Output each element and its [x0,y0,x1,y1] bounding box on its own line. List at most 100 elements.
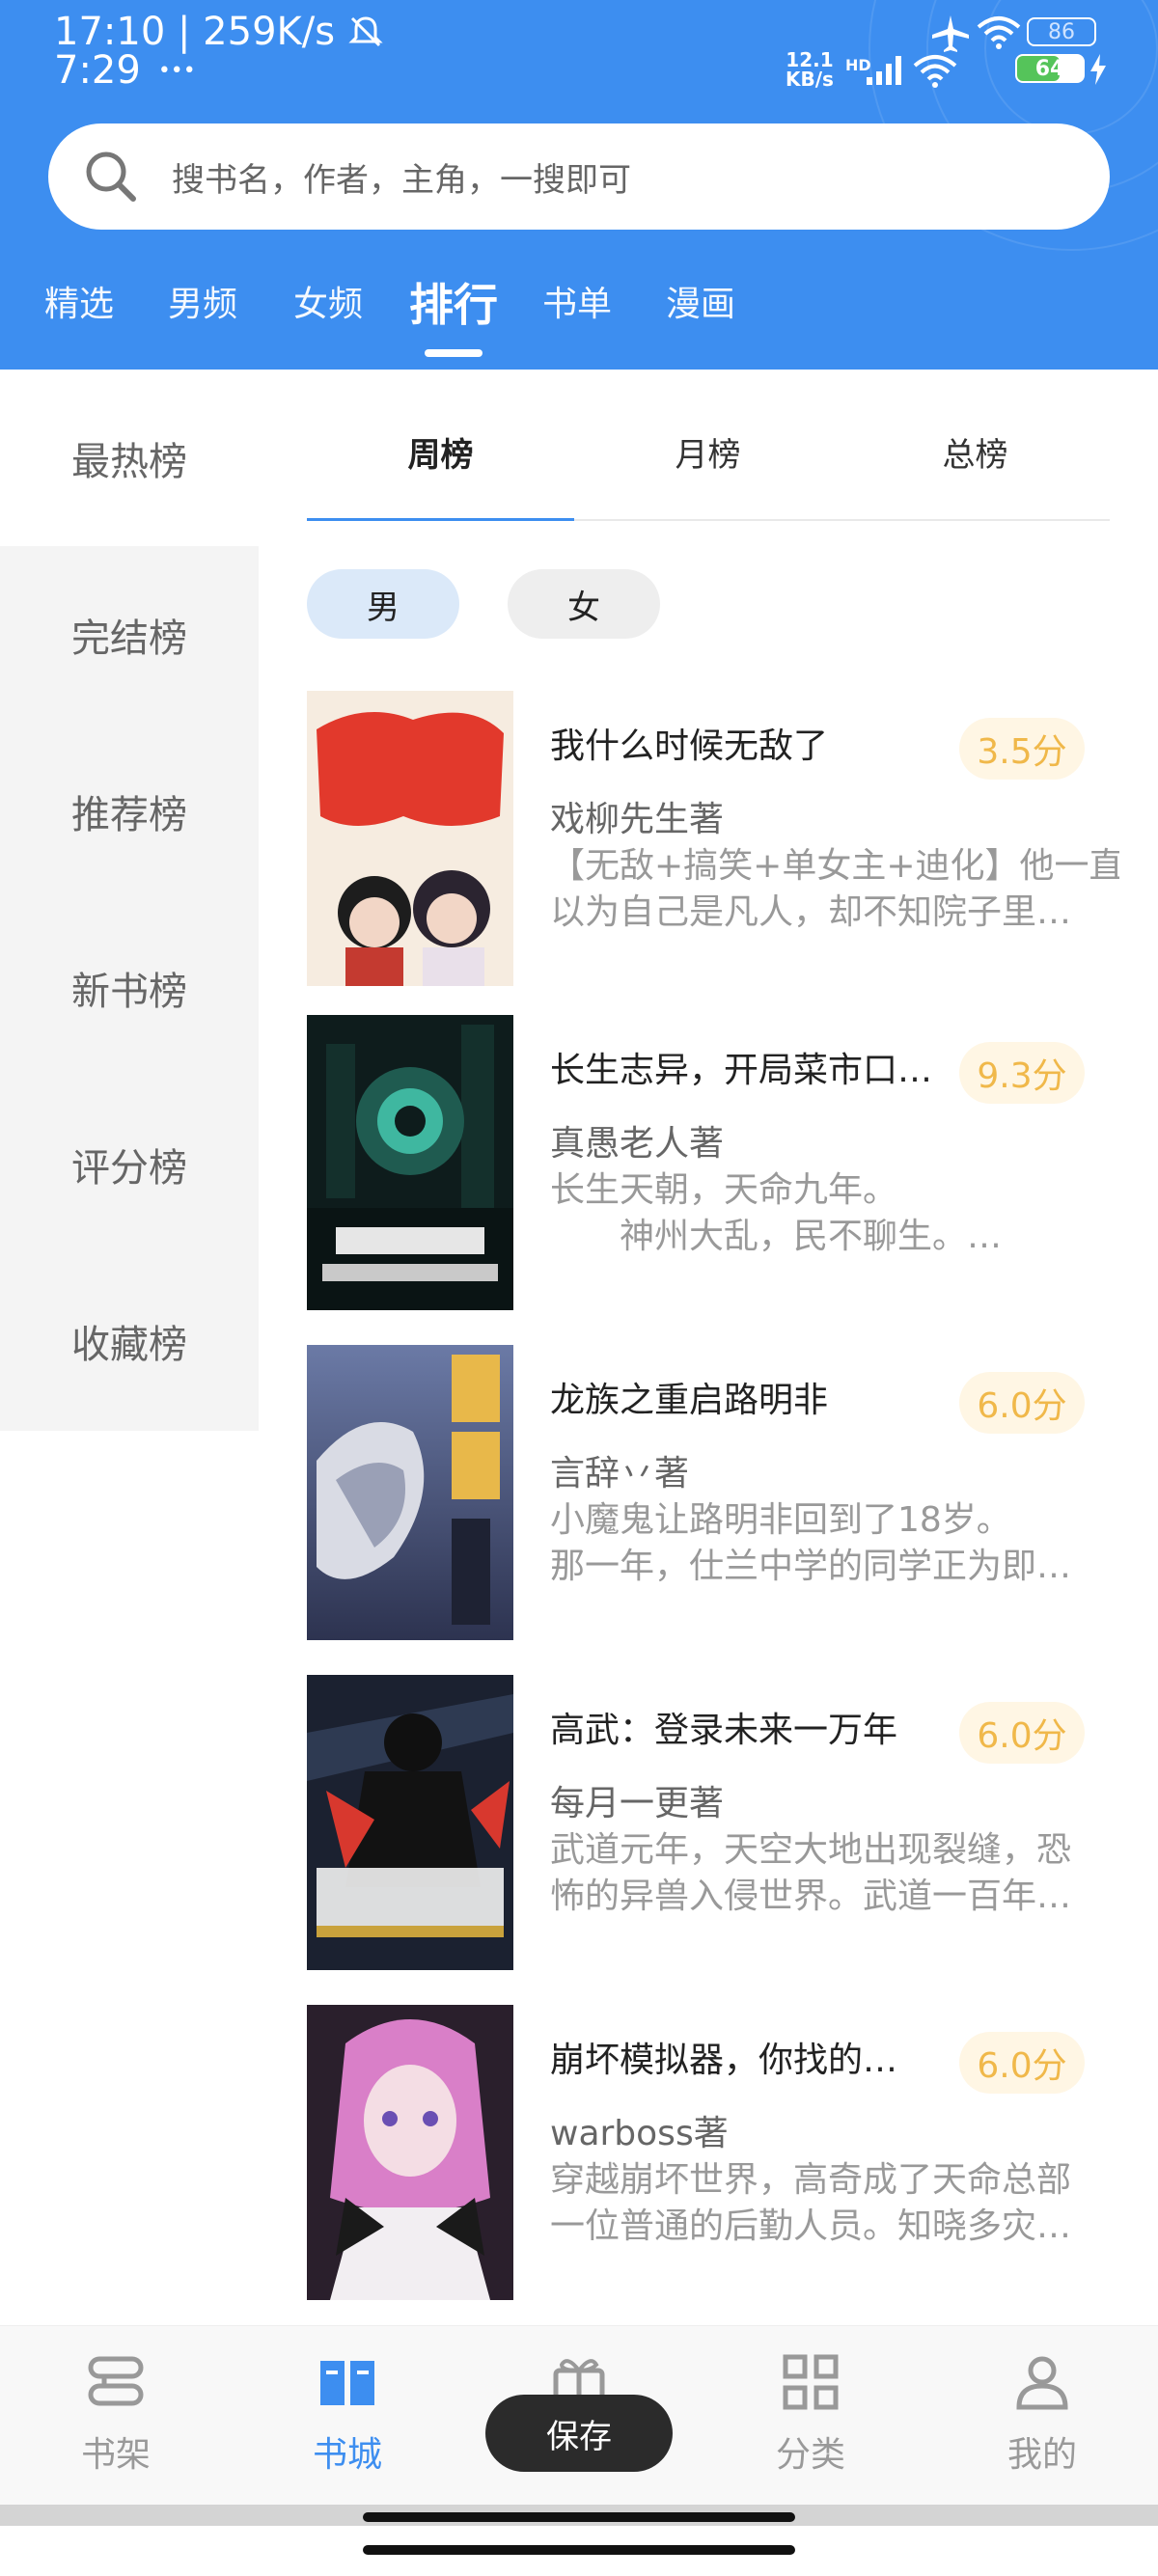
nav-profile[interactable]: 我的 [965,2351,1119,2477]
sidebar-item-favorites[interactable]: 收藏榜 [0,1252,259,1429]
book-score: 3.5分 [959,718,1085,780]
tab-female[interactable]: 女频 [293,276,363,326]
tab-comics[interactable]: 漫画 [666,276,735,326]
nav-label: 书城 [312,2435,382,2475]
book-title: 高武：登录未来一万年 [550,1711,898,1750]
book-description-line: 怖的异兽入侵世界。武道一百年… [550,1877,1072,1916]
status-right-cluster: 12.1 KB/s HD 86 64 [786,14,1106,91]
tab-monthly[interactable]: 月榜 [574,428,841,476]
status-bar: 17:10 | 259K/s 7:29 ••• 12.1 KB/s HD 86 … [0,0,1158,106]
sidebar-item-recommended[interactable]: 推荐榜 [0,723,259,899]
book-cover-art [307,691,513,986]
book-title: 长生志异，开局菜市口… [550,1051,933,1090]
book-item[interactable]: 高武：登录未来一万年 6.0分 每月一更著 武道元年，天空大地出现裂缝，恐 怖的… [307,1675,1117,1974]
home-indicator[interactable] [363,2512,795,2522]
book-description: 武道元年，天空大地出现裂缝，恐 怖的异兽入侵世界。武道一百年… [550,1827,1119,1920]
nav-label: 我的 [1006,2435,1077,2475]
wifi-icon [913,55,957,88]
tab-ranking[interactable]: 排行 [409,270,498,334]
nav-category[interactable]: 分类 [733,2351,888,2477]
home-indicator[interactable] [363,2545,795,2555]
book-author: warboss著 [550,2114,729,2153]
battery-indicator: 86 [1027,17,1096,46]
top-tabs: 精选 男频 女频 排行 书单 漫画 [0,260,1158,367]
book-cover[interactable] [307,1015,513,1310]
tab-male[interactable]: 男频 [168,276,237,326]
book-description-line: 以为自己是凡人，却不知院子里… [550,892,1072,932]
book-description-line: 武道元年，天空大地出现裂缝，恐 [550,1830,1072,1870]
sidebar-item-new[interactable]: 新书榜 [0,899,259,1076]
search-bar[interactable]: 搜书名，作者，主角，一搜即可 [48,123,1110,230]
gender-filter-male[interactable]: 男 [307,569,459,639]
book-cover-art [307,1015,513,1310]
book-score: 9.3分 [959,1042,1085,1104]
tab-weekly[interactable]: 周榜 [307,428,574,476]
book-score: 6.0分 [959,1372,1085,1434]
nav-bookshelf[interactable]: 书架 [39,2351,193,2477]
book-description-line: 【无敌+搞笑+单女主+迪化】他一直 [550,846,1119,886]
charging-icon [1090,54,1106,85]
book-cover[interactable] [307,2005,513,2300]
rank-sidebar: 最热榜 完结榜 推荐榜 新书榜 评分榜 收藏榜 [0,370,259,1431]
book-title: 龙族之重启路明非 [550,1381,829,1420]
network-speed-unit: KB/s [786,68,834,91]
book-description-line: 小魔鬼让路明非回到了18岁。 [550,1500,1011,1540]
status-time-secondary: 7:29 [54,48,141,93]
book-title: 崩坏模拟器，你找的… [550,2041,898,2080]
tab-indicator [425,349,482,357]
system-bottom-bar [0,2505,1158,2576]
book-open-icon [320,2361,374,2405]
book-author: 真愚老人著 [550,1124,725,1164]
book-cover[interactable] [307,1345,513,1640]
sidebar-item-hottest[interactable]: 最热榜 [0,370,259,546]
book-cover[interactable] [307,691,513,986]
nav-label: 书架 [80,2435,151,2475]
battery-level: 64 [1034,57,1065,81]
book-description: 穿越崩坏世界，高奇成了天命总部 一位普通的后勤人员。知晓多灾… [550,2157,1119,2250]
book-score: 6.0分 [959,1702,1085,1764]
book-description: 小魔鬼让路明非回到了18岁。 那一年，仕兰中学的同学正为即… [550,1497,1119,1590]
network-speed: 12.1 KB/s [786,50,834,89]
book-author: 每月一更著 [550,1784,725,1823]
grid-icon [783,2354,839,2410]
book-item[interactable]: 龙族之重启路明非 6.0分 言辞丷著 小魔鬼让路明非回到了18岁。 那一年，仕兰… [307,1345,1117,1644]
tab-booklist[interactable]: 书单 [542,276,612,326]
book-cover-art [307,1675,513,1970]
search-icon [86,151,136,202]
status-dots: ••• [157,58,196,83]
book-description: 长生天朝，天命九年。 神州大乱，民不聊生。… [550,1167,1119,1260]
battery-indicator: 64 [1015,54,1085,83]
book-score: 6.0分 [959,2032,1085,2094]
bell-muted-icon [348,16,383,47]
book-cover-art [307,2005,513,2300]
wifi-icon [977,16,1021,49]
gender-filter-female[interactable]: 女 [508,569,660,639]
book-cover[interactable] [307,1675,513,1970]
tab-total[interactable]: 总榜 [841,428,1109,476]
signal-icon [867,56,901,85]
sidebar-item-rating[interactable]: 评分榜 [0,1076,259,1252]
book-cover-art [307,1345,513,1640]
nav-bookstore[interactable]: 书城 [270,2351,425,2477]
user-icon [1016,2356,1068,2410]
book-item[interactable]: 我什么时候无敌了 3.5分 戏柳先生著 【无敌+搞笑+单女主+迪化】他一直 以为… [307,691,1119,990]
period-tab-indicator [307,518,574,521]
book-author: 戏柳先生著 [550,800,725,839]
bookshelf-icon [88,2356,144,2406]
book-item[interactable]: 长生志异，开局菜市口… 9.3分 真愚老人著 长生天朝，天命九年。 神州大乱，民… [307,1015,1117,1314]
sidebar-item-completed[interactable]: 完结榜 [0,546,259,723]
network-speed-value: 12.1 [786,48,834,71]
book-description-line: 神州大乱，民不聊生。… [550,1217,1003,1256]
book-item[interactable]: 崩坏模拟器，你找的… 6.0分 warboss著 穿越崩坏世界，高奇成了天命总部… [307,2005,1117,2304]
save-button[interactable]: 保存 [485,2395,673,2472]
nav-label: 分类 [775,2435,845,2475]
period-tabs: 周榜 月榜 总榜 [307,405,1110,521]
tab-featured[interactable]: 精选 [44,276,114,326]
book-description-line: 穿越崩坏世界，高奇成了天命总部 [550,2160,1072,2200]
book-description-line: 一位普通的后勤人员。知晓多灾… [550,2206,1072,2246]
book-description-line: 那一年，仕兰中学的同学正为即… [550,1547,1072,1586]
book-title: 我什么时候无敌了 [550,726,829,766]
airplane-icon [932,15,969,52]
app-header: 17:10 | 259K/s 7:29 ••• 12.1 KB/s HD 86 … [0,0,1158,370]
book-description-line: 长生天朝，天命九年。 [550,1170,898,1210]
